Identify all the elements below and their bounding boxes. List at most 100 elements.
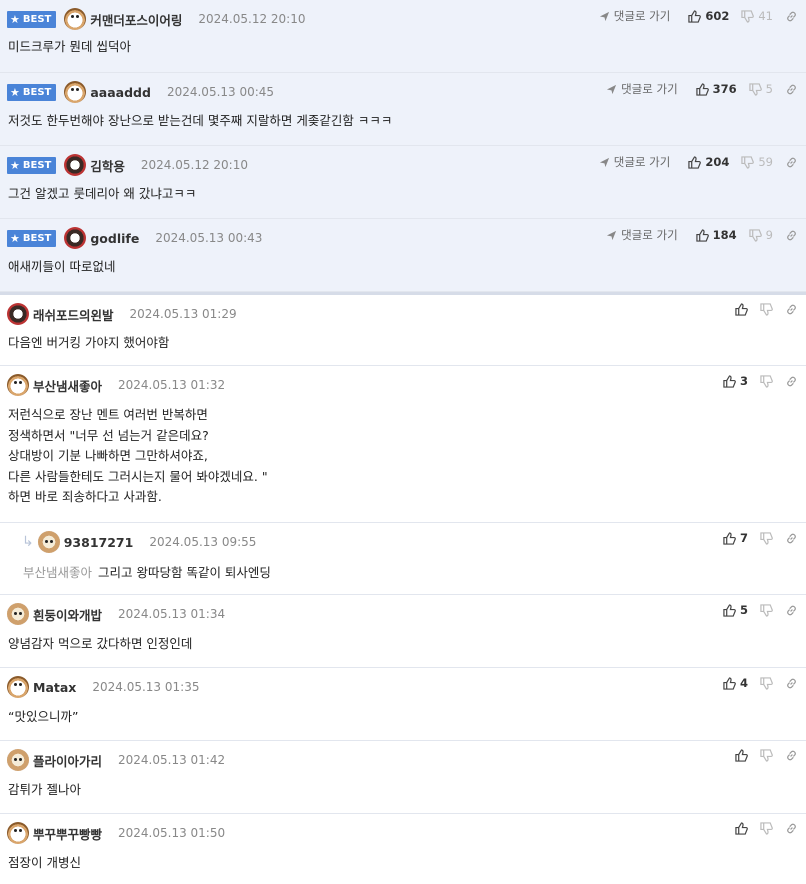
share-button[interactable]: [785, 375, 798, 388]
share-button[interactable]: [785, 10, 798, 23]
downvote-button[interactable]: 5: [748, 82, 773, 96]
share-button[interactable]: [785, 604, 798, 617]
link-icon: [787, 157, 796, 167]
reply-link[interactable]: 댓글로 가기: [606, 81, 684, 97]
upvote-count: 184: [712, 228, 737, 242]
upvote-button[interactable]: 7: [723, 531, 748, 545]
upvote-button[interactable]: 4: [723, 676, 748, 690]
upvote-button[interactable]: [735, 749, 748, 762]
nickname[interactable]: 김학용: [90, 156, 125, 175]
upvote-button[interactable]: 376: [695, 82, 737, 96]
best-comment: ★ BEST 커맨더포스이어링 2024.05.12 20:10 미드크루가 뭔데…: [0, 0, 806, 73]
upvote-count: 4: [739, 676, 748, 690]
upvote-count: 602: [705, 9, 730, 23]
share-button[interactable]: [785, 532, 798, 545]
downvote-button[interactable]: 41: [741, 9, 773, 23]
dog-icon[interactable]: [37, 531, 60, 553]
share-button[interactable]: [785, 749, 798, 762]
star-icon: ★: [10, 231, 20, 245]
thumbs-down-icon: [760, 676, 773, 690]
reply-link[interactable]: 댓글로 가기: [599, 8, 677, 24]
thumbs-up-icon: [723, 676, 736, 690]
share-button[interactable]: [785, 83, 798, 96]
downvote-button[interactable]: [760, 603, 773, 617]
best-comment: ★ BEST 김학용 2024.05.12 20:10 그건 알겠고 룻데리아 왜…: [0, 146, 806, 219]
share-button[interactable]: [785, 822, 798, 835]
best-badge: ★ BEST: [7, 83, 57, 101]
share-button[interactable]: [785, 677, 798, 690]
nickname[interactable]: 부산냄새좋아: [33, 376, 102, 395]
upvote-count: 376: [712, 82, 737, 96]
downvote-button[interactable]: [760, 749, 773, 762]
dog-icon[interactable]: [7, 603, 29, 625]
thumbs-up-icon: [723, 374, 736, 388]
share-button[interactable]: [785, 156, 798, 169]
cat-icon[interactable]: [7, 676, 29, 698]
comment: Matax 2024.05.13 01:35 “맛있으니까” 4: [0, 668, 806, 741]
upvote-button[interactable]: 184: [695, 228, 737, 242]
nickname[interactable]: 래쉬포드의왼발: [33, 305, 114, 324]
upvote-count: 3: [739, 374, 748, 388]
upvote-button[interactable]: [735, 303, 748, 316]
downvote-button[interactable]: 9: [748, 228, 773, 242]
upvote-count: 5: [739, 603, 748, 617]
comment: 플라이아가리 2024.05.13 01:42 감튀가 젤나아: [0, 741, 806, 814]
downvote-button[interactable]: [760, 822, 773, 835]
reply-link[interactable]: 댓글로 가기: [606, 227, 684, 243]
reply-link[interactable]: 댓글로 가기: [599, 154, 677, 170]
best-badge: ★ BEST: [7, 10, 57, 28]
upvote-button[interactable]: 602: [688, 9, 729, 23]
upvote-button[interactable]: 5: [723, 603, 748, 617]
nickname[interactable]: 뿌꾸뿌꾸빵빵: [33, 824, 102, 843]
send-icon: [607, 230, 617, 240]
upvote-button[interactable]: 204: [688, 155, 729, 169]
comment-list: ★ BEST 커맨더포스이어링 2024.05.12 20:10 미드크루가 뭔데…: [0, 0, 806, 884]
link-icon: [787, 605, 796, 615]
nickname[interactable]: Matax: [33, 680, 76, 695]
comment-text: “맛있으니까”: [8, 709, 79, 724]
nickname[interactable]: godlife: [90, 231, 139, 246]
thumbs-down-icon: [748, 228, 762, 242]
comment-text: 부산냄새좋아 그리고 왕따당함 똑같이 퇴사엔딩: [23, 565, 271, 580]
bear-icon[interactable]: [64, 154, 87, 176]
star-icon: ★: [10, 85, 20, 99]
timestamp: 2024.05.13 01:34: [118, 607, 226, 621]
downvote-button[interactable]: 59: [741, 155, 773, 169]
nickname[interactable]: 커맨더포스이어링: [90, 10, 182, 29]
downvote-count: 41: [758, 9, 773, 23]
downvote-button[interactable]: [760, 374, 773, 388]
bear-icon[interactable]: [7, 303, 29, 325]
timestamp: 2024.05.13 00:43: [155, 231, 263, 245]
nickname[interactable]: 흰둥이와개밥: [33, 605, 102, 624]
downvote-count: 9: [765, 228, 773, 242]
thumbs-down-icon: [748, 82, 762, 96]
cat-icon[interactable]: [7, 374, 29, 396]
nickname[interactable]: 플라이아가리: [33, 751, 102, 770]
share-button[interactable]: [785, 303, 798, 316]
comment: 부산냄새좋아 2024.05.13 01:32 저런식으로 장난 멘트 여러번 …: [0, 366, 806, 523]
downvote-button[interactable]: [760, 531, 773, 545]
dog-icon[interactable]: [7, 749, 29, 771]
thumbs-up-icon: [735, 303, 748, 316]
thumbs-down-icon: [741, 9, 755, 23]
upvote-button[interactable]: 3: [723, 374, 748, 388]
cat-icon[interactable]: [64, 8, 87, 30]
downvote-button[interactable]: [760, 676, 773, 690]
cat-icon[interactable]: [64, 81, 87, 103]
share-button[interactable]: [785, 229, 798, 242]
timestamp: 2024.05.13 01:35: [92, 680, 200, 694]
mention[interactable]: 부산냄새좋아: [23, 565, 92, 580]
thumbs-up-icon: [695, 228, 709, 242]
nickname[interactable]: 93817271: [64, 535, 134, 550]
thumbs-up-icon: [735, 822, 748, 835]
link-icon: [787, 678, 796, 688]
thumbs-down-icon: [760, 603, 773, 617]
cat-icon[interactable]: [7, 822, 29, 844]
comment-text: 다음엔 버거킹 가야지 했어야함: [8, 335, 170, 350]
thumbs-down-icon: [741, 155, 755, 169]
downvote-button[interactable]: [760, 303, 773, 316]
bear-icon[interactable]: [64, 227, 87, 249]
upvote-button[interactable]: [735, 822, 748, 835]
nickname[interactable]: aaaaddd: [90, 85, 151, 100]
star-icon: ★: [10, 12, 20, 26]
